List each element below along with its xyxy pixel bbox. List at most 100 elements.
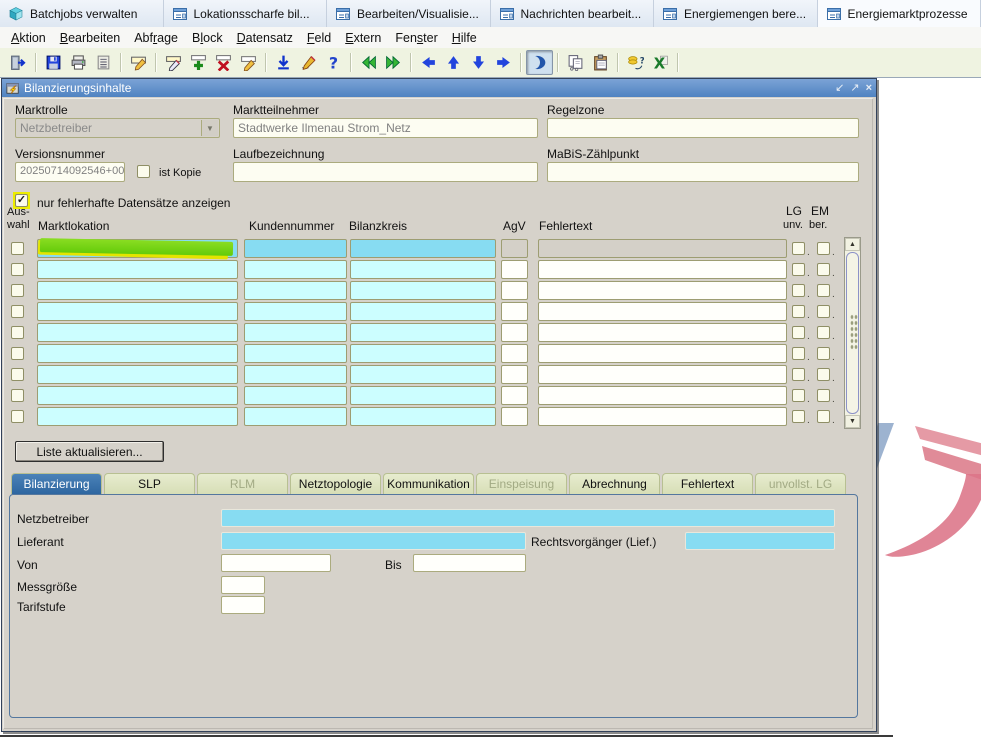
window-titlebar[interactable]: Bilanzierungsinhalte ↙ ↗ × (2, 79, 876, 97)
ist-kopie-checkbox[interactable] (137, 165, 150, 178)
tarifstufe-field[interactable] (221, 596, 265, 614)
cell-kundennummer[interactable] (244, 281, 347, 300)
rechtsvorgaenger-field[interactable] (685, 532, 835, 550)
cell-fehlertext[interactable] (538, 407, 787, 426)
em-ber-checkbox[interactable] (817, 326, 830, 339)
save-button[interactable] (41, 51, 66, 74)
cell-marktlokation[interactable] (37, 323, 238, 342)
lg-unv-checkbox[interactable] (792, 389, 805, 402)
taskbar-tab-energiemarktprozesse[interactable]: Energiemarktprozesse (818, 0, 981, 27)
download-button[interactable] (271, 51, 296, 74)
lg-unv-checkbox[interactable] (792, 242, 805, 255)
menu-fenster[interactable]: Fenster (388, 29, 444, 47)
cell-kundennummer[interactable] (244, 407, 347, 426)
tab-fehlertext[interactable]: Fehlertext (662, 473, 753, 494)
menu-aktion[interactable]: Aktion (4, 29, 53, 47)
menu-datensatz[interactable]: Datensatz (230, 29, 300, 47)
nav-up-button[interactable] (441, 51, 466, 74)
nav-right-button[interactable] (491, 51, 516, 74)
menu-abfrage[interactable]: Abfrage (127, 29, 185, 47)
em-ber-checkbox[interactable] (817, 389, 830, 402)
nav-down-button[interactable] (466, 51, 491, 74)
cell-kundennummer[interactable] (244, 302, 347, 321)
update-record-button[interactable] (236, 51, 261, 74)
row-select-checkbox[interactable] (11, 305, 24, 318)
query-edit-button[interactable] (126, 51, 151, 74)
menu-feld[interactable]: Feld (300, 29, 338, 47)
copy-button[interactable] (563, 51, 588, 74)
tab-slp[interactable]: SLP (104, 473, 195, 494)
row-select-checkbox[interactable] (11, 410, 24, 423)
cell-fehlertext[interactable] (538, 386, 787, 405)
lg-unv-checkbox[interactable] (792, 284, 805, 297)
scroll-up-button[interactable]: ▲ (845, 238, 860, 251)
em-ber-checkbox[interactable] (817, 347, 830, 360)
em-ber-checkbox[interactable] (817, 368, 830, 381)
laufbezeichnung-field[interactable] (233, 162, 538, 182)
cell-bilanzkreis[interactable] (350, 260, 496, 279)
taskbar-tab-nachrichten-bearbeit[interactable]: Nachrichten bearbeit... (491, 0, 655, 27)
cell-fehlertext[interactable] (538, 239, 787, 258)
restore-button[interactable]: ↗ (850, 83, 859, 94)
help-button[interactable]: ? (321, 51, 346, 74)
em-ber-checkbox[interactable] (817, 305, 830, 318)
tab-netztopologie[interactable]: Netztopologie (290, 473, 381, 494)
lg-unv-checkbox[interactable] (792, 326, 805, 339)
cell-agv[interactable] (501, 260, 528, 279)
excel-button[interactable]: X (648, 51, 673, 74)
cell-marktlokation[interactable] (37, 260, 238, 279)
taskbar-tab-lokationsscharfe-bil[interactable]: Lokationsscharfe bil... (164, 0, 328, 27)
cell-agv[interactable] (501, 239, 528, 258)
chevron-down-icon[interactable]: ▼ (201, 120, 218, 136)
cell-agv[interactable] (501, 386, 528, 405)
lg-unv-checkbox[interactable] (792, 347, 805, 360)
row-select-checkbox[interactable] (11, 326, 24, 339)
exit-button[interactable] (6, 51, 31, 74)
cell-kundennummer[interactable] (244, 239, 347, 258)
regelzone-field[interactable] (547, 118, 859, 138)
cell-marktlokation[interactable] (37, 365, 238, 384)
row-select-checkbox[interactable] (11, 368, 24, 381)
bis-field[interactable] (413, 554, 526, 572)
cell-marktlokation[interactable] (37, 386, 238, 405)
row-select-checkbox[interactable] (11, 242, 24, 255)
cell-agv[interactable] (501, 281, 528, 300)
versionsnummer-field[interactable]: 20250714092546+00 (15, 162, 125, 182)
em-ber-checkbox[interactable] (817, 284, 830, 297)
taskbar-tab-bearbeiten-visualisie[interactable]: Bearbeiten/Visualisie... (327, 0, 491, 27)
cell-agv[interactable] (501, 407, 528, 426)
cell-marktlokation[interactable] (37, 281, 238, 300)
tab-kommunikation[interactable]: Kommunikation (383, 473, 474, 494)
cell-kundennummer[interactable] (244, 260, 347, 279)
cell-agv[interactable] (501, 365, 528, 384)
menu-extern[interactable]: Extern (338, 29, 388, 47)
liste-aktualisieren-button[interactable]: Liste aktualisieren... (15, 441, 164, 462)
cell-bilanzkreis[interactable] (350, 281, 496, 300)
cell-bilanzkreis[interactable] (350, 323, 496, 342)
menu-bearbeiten[interactable]: Bearbeiten (53, 29, 127, 47)
cell-kundennummer[interactable] (244, 323, 347, 342)
insert-record-button[interactable] (186, 51, 211, 74)
taskbar-tab-batchjobs-verwalten[interactable]: Batchjobs verwalten (0, 0, 164, 27)
cell-bilanzkreis[interactable] (350, 386, 496, 405)
list-button[interactable] (91, 51, 116, 74)
scrollbar-thumb[interactable] (846, 252, 859, 414)
lg-unv-checkbox[interactable] (792, 305, 805, 318)
tab-abrechnung[interactable]: Abrechnung (569, 473, 660, 494)
query-count-button[interactable]: ? (623, 51, 648, 74)
enter-query-button[interactable] (161, 51, 186, 74)
cell-bilanzkreis[interactable] (350, 302, 496, 321)
cell-bilanzkreis[interactable] (350, 344, 496, 363)
cell-marktlokation[interactable] (37, 302, 238, 321)
cell-kundennummer[interactable] (244, 386, 347, 405)
em-ber-checkbox[interactable] (817, 263, 830, 276)
cell-kundennummer[interactable] (244, 365, 347, 384)
cell-agv[interactable] (501, 344, 528, 363)
menu-hilfe[interactable]: Hilfe (445, 29, 484, 47)
paste-button[interactable] (588, 51, 613, 74)
logo-button[interactable] (526, 50, 553, 75)
row-select-checkbox[interactable] (11, 263, 24, 276)
messgroesse-field[interactable] (221, 576, 265, 594)
row-select-checkbox[interactable] (11, 347, 24, 360)
cell-kundennummer[interactable] (244, 344, 347, 363)
